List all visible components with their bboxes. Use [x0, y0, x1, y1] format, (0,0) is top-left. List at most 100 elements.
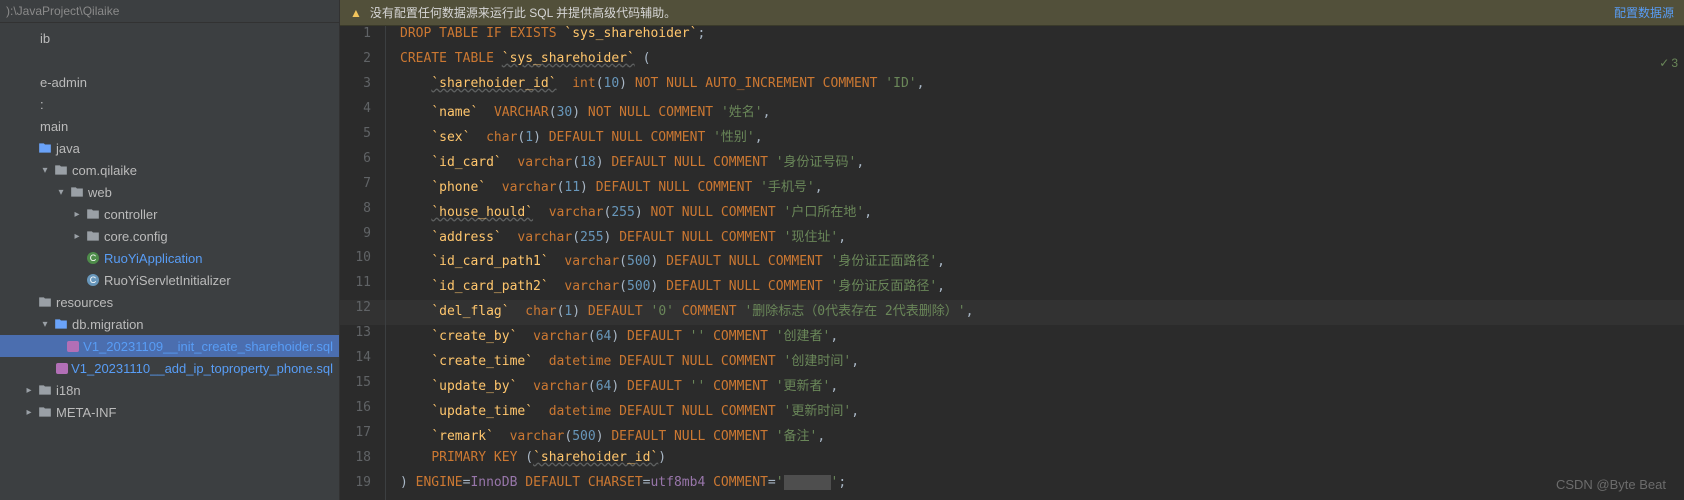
- code-line[interactable]: 16 `update_time` datetime DEFAULT NULL C…: [340, 400, 1684, 425]
- tree-item[interactable]: e-admin: [0, 71, 339, 93]
- inspection-status[interactable]: ✓⁠3: [1659, 56, 1678, 70]
- tree-item[interactable]: V1_20231109__init_create_sharehoider.sql: [0, 335, 339, 357]
- editor-area: ▲ 没有配置任何数据源来运行此 SQL 并提供高级代码辅助。 配置数据源 ✓⁠3…: [340, 0, 1684, 500]
- warning-bar: ▲ 没有配置任何数据源来运行此 SQL 并提供高级代码辅助。 配置数据源: [340, 0, 1684, 26]
- tree-item[interactable]: CRuoYiApplication: [0, 247, 339, 269]
- tree-item[interactable]: ▾ db.migration: [0, 313, 339, 335]
- code-content[interactable]: `del_flag` char(1) DEFAULT '0' COMMENT '…: [386, 300, 1684, 325]
- code-content[interactable]: CREATE TABLE `sys_sharehoider` (: [386, 51, 1684, 76]
- tree-item[interactable]: ▸ core.config: [0, 225, 339, 247]
- sql-icon: [64, 339, 81, 353]
- code-line[interactable]: 10 `id_card_path1` varchar(500) DEFAULT …: [340, 250, 1684, 275]
- tree-item[interactable]: java: [0, 137, 339, 159]
- svg-text:C: C: [90, 275, 97, 285]
- code-content[interactable]: `remark` varchar(500) DEFAULT NULL COMME…: [386, 425, 1684, 450]
- configure-datasource-link[interactable]: 配置数据源: [1614, 4, 1674, 21]
- code-line[interactable]: 4 `name` VARCHAR(30) NOT NULL COMMENT '姓…: [340, 101, 1684, 126]
- line-number: 17: [340, 425, 386, 450]
- code-line[interactable]: 15 `update_by` varchar(64) DEFAULT '' CO…: [340, 375, 1684, 400]
- code-content[interactable]: `id_card_path2` varchar(500) DEFAULT NUL…: [386, 275, 1684, 300]
- code-line[interactable]: 11 `id_card_path2` varchar(500) DEFAULT …: [340, 275, 1684, 300]
- code-line[interactable]: 8 `house_hould` varchar(255) NOT NULL CO…: [340, 201, 1684, 226]
- tree-item[interactable]: [0, 49, 339, 71]
- folder-icon: [68, 185, 86, 199]
- tree-item[interactable]: ib: [0, 27, 339, 49]
- tree-item-label: RuoYiServletInitializer: [104, 273, 231, 288]
- code-content[interactable]: PRIMARY KEY (`sharehoider_id`): [386, 450, 1684, 475]
- tree-item-label: :: [40, 97, 44, 112]
- tree-item[interactable]: ▸ META-INF: [0, 401, 339, 423]
- tree-item-label: core.config: [104, 229, 168, 244]
- line-number: 15: [340, 375, 386, 400]
- tree-item-label: db.migration: [72, 317, 144, 332]
- tree-item[interactable]: resources: [0, 291, 339, 313]
- folder-icon: [84, 207, 102, 221]
- warning-icon: ▲: [350, 6, 362, 20]
- code-line[interactable]: 13 `create_by` varchar(64) DEFAULT '' CO…: [340, 325, 1684, 350]
- tree-item[interactable]: C RuoYiServletInitializer: [0, 269, 339, 291]
- code-content[interactable]: `create_by` varchar(64) DEFAULT '' COMME…: [386, 325, 1684, 350]
- line-number: 5: [340, 126, 386, 151]
- code-line[interactable]: 9 `address` varchar(255) DEFAULT NULL CO…: [340, 226, 1684, 251]
- chevron-icon[interactable]: ▾: [38, 319, 52, 330]
- tree-item-label: web: [88, 185, 112, 200]
- code-content[interactable]: DROP TABLE IF EXISTS `sys_sharehoider`;: [386, 26, 1684, 51]
- line-number: 12: [340, 300, 386, 325]
- code-content[interactable]: `update_by` varchar(64) DEFAULT '' COMME…: [386, 375, 1684, 400]
- watermark: CSDN @Byte Beat: [1556, 477, 1666, 492]
- code-line[interactable]: 6 `id_card` varchar(18) DEFAULT NULL COM…: [340, 151, 1684, 176]
- tree-item-label: V1_20231109__init_create_sharehoider.sql: [83, 339, 333, 354]
- tree-item-label: META-INF: [56, 405, 116, 420]
- tree-item[interactable]: ▸ controller: [0, 203, 339, 225]
- circle-icon: C: [84, 273, 102, 287]
- tree-item-label: controller: [104, 207, 157, 222]
- chevron-icon[interactable]: ▾: [54, 187, 68, 198]
- code-content[interactable]: `id_card_path1` varchar(500) DEFAULT NUL…: [386, 250, 1684, 275]
- line-number: 6: [340, 151, 386, 176]
- code-line[interactable]: 7 `phone` varchar(11) DEFAULT NULL COMME…: [340, 176, 1684, 201]
- line-number: 18: [340, 450, 386, 475]
- chevron-icon[interactable]: ▸: [22, 407, 36, 418]
- code-content[interactable]: `house_hould` varchar(255) NOT NULL COMM…: [386, 201, 1684, 226]
- chevron-icon[interactable]: ▾: [38, 165, 52, 176]
- code-line[interactable]: 17 `remark` varchar(500) DEFAULT NULL CO…: [340, 425, 1684, 450]
- tree-item[interactable]: ▾ web: [0, 181, 339, 203]
- tree-item[interactable]: V1_20231110__add_ip_toproperty_phone.sql: [0, 357, 339, 379]
- tree-item[interactable]: ▾com.qilaike: [0, 159, 339, 181]
- code-line[interactable]: 12 `del_flag` char(1) DEFAULT '0' COMMEN…: [340, 300, 1684, 325]
- tree-item[interactable]: main: [0, 115, 339, 137]
- warning-text: 没有配置任何数据源来运行此 SQL 并提供高级代码辅助。: [370, 4, 676, 21]
- code-content[interactable]: `id_card` varchar(18) DEFAULT NULL COMME…: [386, 151, 1684, 176]
- code-line[interactable]: 18 PRIMARY KEY (`sharehoider_id`): [340, 450, 1684, 475]
- tree-item[interactable]: :: [0, 93, 339, 115]
- folder-blue-icon: [36, 141, 54, 155]
- folder-blue-icon: [52, 317, 70, 331]
- code-line[interactable]: 2CREATE TABLE `sys_sharehoider` (: [340, 51, 1684, 76]
- code-line[interactable]: 1DROP TABLE IF EXISTS `sys_sharehoider`;: [340, 26, 1684, 51]
- code-content[interactable]: `sex` char(1) DEFAULT NULL COMMENT '性别',: [386, 126, 1684, 151]
- project-tree[interactable]: ibe-admin:mainjava▾com.qilaike▾web▸contr…: [0, 23, 339, 500]
- folder-icon: [36, 405, 54, 419]
- tree-item-label: RuoYiApplication: [104, 251, 203, 266]
- code-content[interactable]: `sharehoider_id` int(10) NOT NULL AUTO_I…: [386, 76, 1684, 101]
- chevron-icon[interactable]: ▸: [70, 231, 84, 242]
- tree-item[interactable]: ▸i18n: [0, 379, 339, 401]
- line-number: 19: [340, 475, 386, 500]
- code-line[interactable]: 14 `create_time` datetime DEFAULT NULL C…: [340, 350, 1684, 375]
- code-line[interactable]: 19) ENGINE=InnoDB DEFAULT CHARSET=utf8mb…: [340, 475, 1684, 500]
- breadcrumb: ):\JavaProject\Qilaike: [0, 0, 339, 23]
- line-number: 7: [340, 176, 386, 201]
- code-content[interactable]: `phone` varchar(11) DEFAULT NULL COMMENT…: [386, 176, 1684, 201]
- tree-item-label: resources: [56, 295, 113, 310]
- code-content[interactable]: ) ENGINE=InnoDB DEFAULT CHARSET=utf8mb4 …: [386, 475, 1684, 500]
- code-content[interactable]: `address` varchar(255) DEFAULT NULL COMM…: [386, 226, 1684, 251]
- chevron-icon[interactable]: ▸: [70, 209, 84, 220]
- code-line[interactable]: 3 `sharehoider_id` int(10) NOT NULL AUTO…: [340, 76, 1684, 101]
- code-line[interactable]: 5 `sex` char(1) DEFAULT NULL COMMENT '性别…: [340, 126, 1684, 151]
- folder-icon: [36, 295, 54, 309]
- code-content[interactable]: `update_time` datetime DEFAULT NULL COMM…: [386, 400, 1684, 425]
- chevron-icon[interactable]: ▸: [22, 385, 36, 396]
- code-content[interactable]: `name` VARCHAR(30) NOT NULL COMMENT '姓名'…: [386, 101, 1684, 126]
- code-editor[interactable]: ✓⁠3 1DROP TABLE IF EXISTS `sys_sharehoid…: [340, 26, 1684, 500]
- code-content[interactable]: `create_time` datetime DEFAULT NULL COMM…: [386, 350, 1684, 375]
